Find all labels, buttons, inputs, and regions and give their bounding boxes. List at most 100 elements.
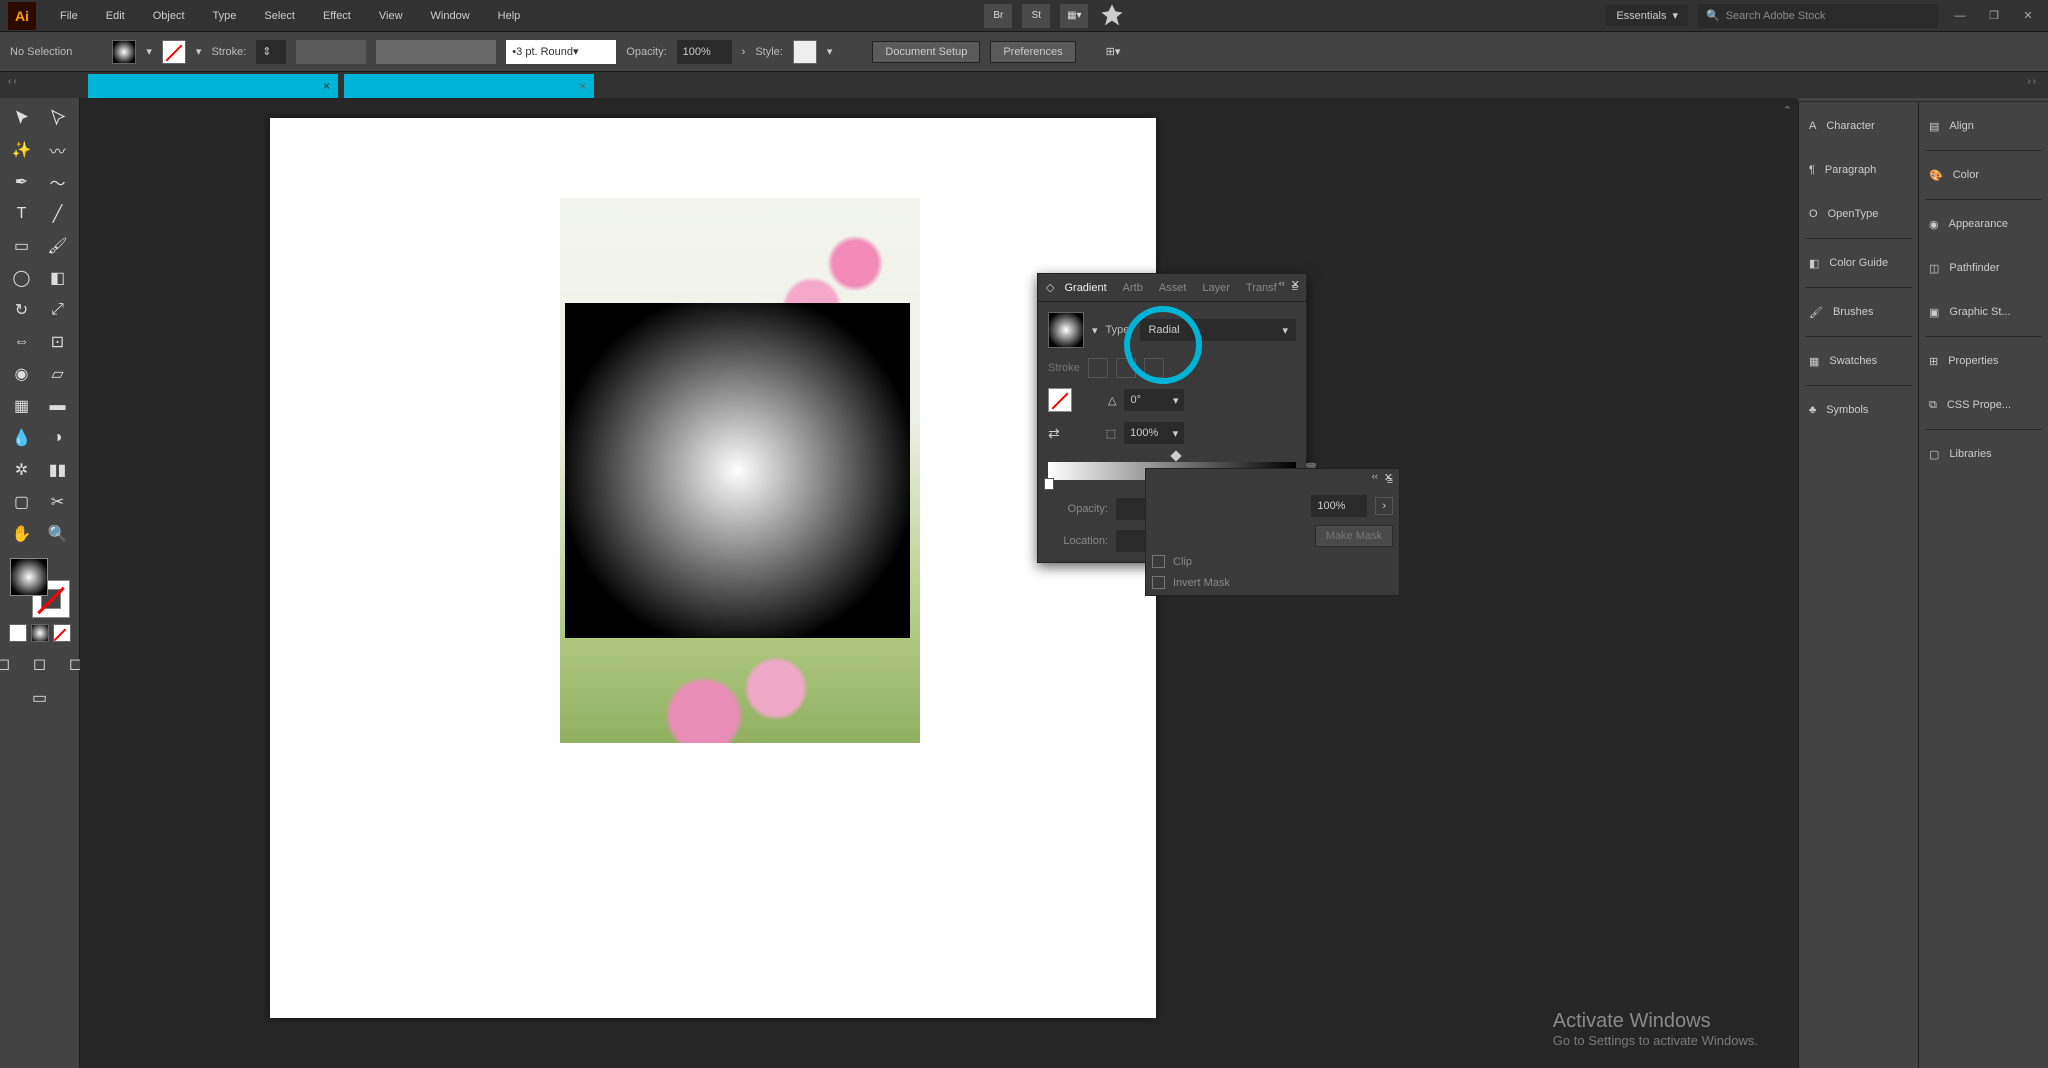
shaper-tool[interactable]: ◯ <box>6 264 38 292</box>
stock-button[interactable]: St <box>1022 4 1050 28</box>
panel-collapse-icon[interactable]: ‹‹ <box>1279 278 1285 291</box>
make-mask-button[interactable]: Make Mask <box>1315 525 1393 547</box>
curvature-tool[interactable]: 〜 <box>42 168 74 196</box>
gradient-aspect-input[interactable]: 100%▾ <box>1124 422 1184 444</box>
panel-brushes[interactable]: 🖌Brushes <box>1799 290 1918 334</box>
collapse-panels-icon[interactable]: ›› <box>2027 76 2038 87</box>
invert-mask-checkbox[interactable] <box>1152 576 1165 589</box>
panel-tab-gradient[interactable]: Gradient <box>1058 278 1112 298</box>
panel-color[interactable]: 🎨Color <box>1919 153 2048 197</box>
eraser-tool[interactable]: ◧ <box>42 264 74 292</box>
transparency-opacity-input[interactable]: 100% <box>1311 495 1367 517</box>
canvas-area[interactable]: ⌃ ‹‹ ✕ ◇ Gradient Artb Asset Layer Trans… <box>80 98 1798 1068</box>
rotate-tool[interactable]: ↻ <box>6 296 38 324</box>
fill-swatch[interactable] <box>112 40 136 64</box>
preferences-button[interactable]: Preferences <box>990 41 1075 63</box>
gradient-midpoint[interactable] <box>1170 450 1181 461</box>
document-setup-button[interactable]: Document Setup <box>872 41 980 63</box>
gradient-rectangle[interactable] <box>565 303 910 638</box>
pen-tool[interactable]: ✒ <box>6 168 38 196</box>
direct-selection-tool[interactable] <box>42 104 74 132</box>
chevron-down-icon[interactable]: ▾ <box>1092 324 1098 337</box>
document-tab-2[interactable]: × <box>344 74 594 98</box>
menu-object[interactable]: Object <box>139 0 199 32</box>
window-close[interactable]: ✕ <box>2016 4 2040 28</box>
stroke-profile-dropdown[interactable] <box>296 40 366 64</box>
paintbrush-tool[interactable]: 🖌 <box>42 232 74 260</box>
type-tool[interactable]: T <box>6 200 38 228</box>
draw-behind[interactable]: ◻ <box>24 650 56 678</box>
bridge-button[interactable]: Br <box>984 4 1012 28</box>
screen-mode[interactable]: ▭ <box>24 684 56 712</box>
workspace-switcher[interactable]: Essentials ▾ <box>1606 5 1688 26</box>
fill-box[interactable] <box>10 558 48 596</box>
draw-normal[interactable]: ◻ <box>0 650 20 678</box>
menu-edit[interactable]: Edit <box>92 0 139 32</box>
panel-properties[interactable]: ⊞Properties <box>1919 339 2048 383</box>
stroke-swatch[interactable] <box>162 40 186 64</box>
stroke-weight-input[interactable]: ⇕ <box>256 40 286 64</box>
brush-name[interactable]: • 3 pt. Round ▾ <box>506 40 616 64</box>
opacity-more-icon[interactable]: › <box>1375 497 1393 515</box>
rectangle-tool[interactable]: ▭ <box>6 232 38 260</box>
line-tool[interactable]: ╱ <box>42 200 74 228</box>
artboard-tool[interactable]: ▢ <box>6 488 38 516</box>
scale-tool[interactable]: ⤢ <box>42 296 74 324</box>
gradient-angle-input[interactable]: 0°▾ <box>1124 389 1184 411</box>
eyedropper-tool[interactable]: 💧 <box>6 424 38 452</box>
gradient-fill-stroke-toggle[interactable] <box>1048 388 1072 412</box>
panel-tab-artboards[interactable]: Artb <box>1117 278 1149 298</box>
rocket-icon[interactable] <box>1098 4 1126 28</box>
gradient-stop-start[interactable] <box>1044 478 1054 490</box>
gradient-type-dropdown[interactable]: Radial ▾ <box>1140 319 1296 341</box>
free-transform-tool[interactable]: ⊡ <box>42 328 74 356</box>
panel-collapse-icon[interactable]: ‹‹ <box>1372 471 1378 484</box>
panel-tab-layers[interactable]: Layer <box>1196 278 1236 298</box>
menu-view[interactable]: View <box>365 0 417 32</box>
reverse-gradient-icon[interactable]: ⇄ <box>1048 425 1060 442</box>
menu-select[interactable]: Select <box>250 0 309 32</box>
stroke-dropdown-icon[interactable]: ▾ <box>196 45 202 58</box>
shape-builder-tool[interactable]: ◉ <box>6 360 38 388</box>
panel-graphic-styles[interactable]: ▣Graphic St... <box>1919 290 2048 334</box>
slice-tool[interactable]: ✂ <box>42 488 74 516</box>
panel-tab-transform[interactable]: Transf <box>1240 278 1283 298</box>
panel-symbols[interactable]: ♣Symbols <box>1799 388 1918 432</box>
fill-dropdown-icon[interactable]: ▾ <box>146 45 152 58</box>
panel-appearance[interactable]: ◉Appearance <box>1919 202 2048 246</box>
align-icon[interactable]: ⊞▾ <box>1106 45 1121 58</box>
panel-pathfinder[interactable]: ◫Pathfinder <box>1919 246 2048 290</box>
stroke-gradient-across[interactable] <box>1144 358 1164 378</box>
tab-close-icon[interactable]: × <box>579 79 586 93</box>
style-dropdown-icon[interactable]: ▾ <box>827 45 833 58</box>
panel-character[interactable]: ACharacter <box>1799 104 1918 148</box>
symbol-sprayer-tool[interactable]: ✲ <box>6 456 38 484</box>
perspective-tool[interactable]: ▱ <box>42 360 74 388</box>
scroll-up-icon[interactable]: ⌃ <box>1783 104 1792 117</box>
panel-close-icon[interactable]: ✕ <box>1291 278 1300 291</box>
menu-help[interactable]: Help <box>484 0 535 32</box>
color-mode-none[interactable] <box>53 624 71 642</box>
gradient-preview[interactable] <box>1048 312 1084 348</box>
window-restore[interactable]: ❐ <box>1982 4 2006 28</box>
width-tool[interactable]: ⇔ <box>6 328 38 356</box>
mesh-tool[interactable]: ▦ <box>6 392 38 420</box>
menu-type[interactable]: Type <box>199 0 251 32</box>
blend-tool[interactable]: ◑ <box>42 424 74 452</box>
fill-stroke-control[interactable] <box>10 558 70 618</box>
panel-css[interactable]: ⧉CSS Prope... <box>1919 383 2048 427</box>
opacity-more-icon[interactable]: › <box>742 46 746 58</box>
menu-effect[interactable]: Effect <box>309 0 365 32</box>
panel-close-icon[interactable]: ✕ <box>1384 471 1393 484</box>
panel-color-guide[interactable]: ◧Color Guide <box>1799 241 1918 285</box>
panel-opentype[interactable]: OOpenType <box>1799 192 1918 236</box>
magic-wand-tool[interactable]: ✨ <box>6 136 38 164</box>
panel-tab-asset[interactable]: Asset <box>1153 278 1193 298</box>
stroke-gradient-within[interactable] <box>1088 358 1108 378</box>
menu-file[interactable]: File <box>46 0 92 32</box>
panel-paragraph[interactable]: ¶Paragraph <box>1799 148 1918 192</box>
panel-libraries[interactable]: ▢Libraries <box>1919 432 2048 476</box>
stroke-gradient-along[interactable] <box>1116 358 1136 378</box>
panel-align[interactable]: ▤Align <box>1919 104 2048 148</box>
tab-close-icon[interactable]: × <box>323 79 330 93</box>
